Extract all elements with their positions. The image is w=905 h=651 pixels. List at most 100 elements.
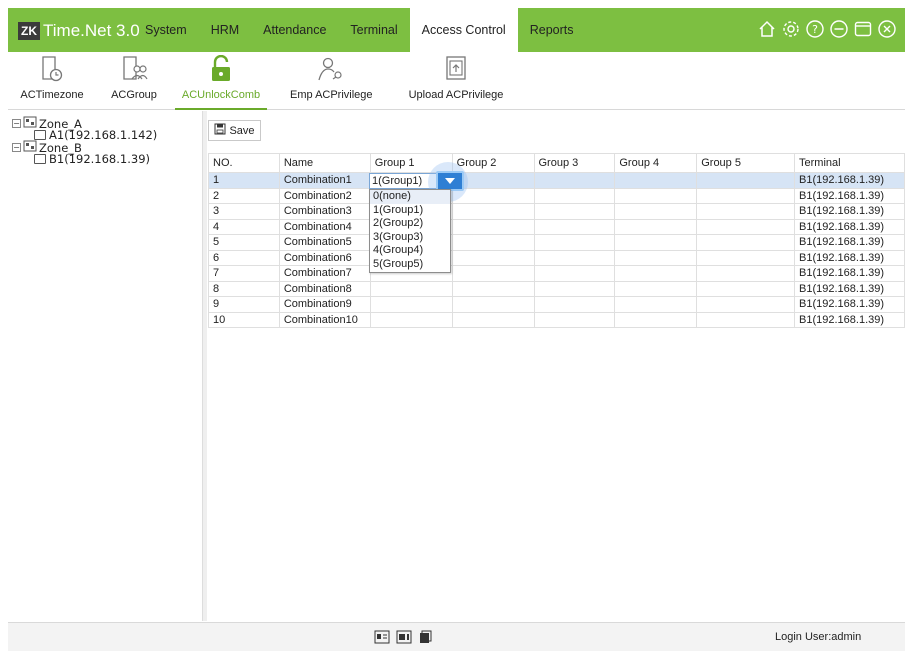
dropdown-option[interactable]: 5(Group5) xyxy=(370,258,450,272)
table-cell[interactable] xyxy=(533,234,616,251)
toolbar-acgroup[interactable]: ACGroup xyxy=(104,52,164,110)
table-row[interactable]: 4 Combination4 B1(192.168.1.39) xyxy=(208,218,905,235)
tree-node-device-b1[interactable]: B1(192.168.1.39) xyxy=(34,152,150,166)
table-cell[interactable] xyxy=(451,280,535,297)
table-cell: 9 xyxy=(208,296,280,313)
collapse-icon[interactable]: − xyxy=(12,119,21,128)
table-cell[interactable] xyxy=(696,249,796,266)
table-cell[interactable] xyxy=(533,311,616,328)
table-row[interactable]: 7 Combination7 B1(192.168.1.39) xyxy=(208,265,905,282)
table-cell: Combination8 xyxy=(278,280,371,297)
column-header[interactable]: Name xyxy=(278,153,371,173)
table-cell[interactable] xyxy=(451,265,535,282)
table-cell[interactable] xyxy=(533,265,616,282)
panel-splitter[interactable] xyxy=(202,111,207,621)
table-cell[interactable] xyxy=(614,265,698,282)
table-cell: 10 xyxy=(208,311,280,328)
table-cell: Combination5 xyxy=(278,234,371,251)
table-cell[interactable] xyxy=(696,218,796,235)
column-header[interactable]: Terminal xyxy=(794,153,905,173)
toolbar-actimezone[interactable]: ACTimezone xyxy=(20,52,84,110)
menu-hrm[interactable]: HRM xyxy=(199,8,251,52)
table-cell[interactable] xyxy=(533,172,616,189)
toolbar-upload-acprivilege[interactable]: Upload ACPrivilege xyxy=(404,52,508,110)
dropdown-arrow-button[interactable] xyxy=(436,171,464,191)
help-icon[interactable]: ? xyxy=(805,19,825,39)
toolbar: ACTimezone ACGroup ACUnlockComb Emp ACPr… xyxy=(8,52,905,110)
table-row[interactable]: 9 Combination9 B1(192.168.1.39) xyxy=(208,296,905,313)
menu-access-control[interactable]: Access Control xyxy=(409,8,518,52)
table-cell[interactable] xyxy=(451,311,535,328)
login-user-label: Login User:admin xyxy=(775,631,862,643)
device-list-icon[interactable] xyxy=(396,630,412,647)
table-cell[interactable] xyxy=(614,187,698,204)
collapse-icon[interactable]: − xyxy=(12,143,21,152)
toolbar-acunlockcomb[interactable]: ACUnlockComb xyxy=(175,52,267,110)
dropdown-option[interactable]: 3(Group3) xyxy=(370,231,450,245)
table-cell[interactable] xyxy=(696,265,796,282)
column-header[interactable]: NO. xyxy=(208,153,280,173)
table-cell: B1(192.168.1.39) xyxy=(794,311,905,328)
table-cell: B1(192.168.1.39) xyxy=(794,265,905,282)
table-cell[interactable] xyxy=(614,234,698,251)
table-cell[interactable] xyxy=(533,218,616,235)
menu-system[interactable]: System xyxy=(133,8,199,52)
table-cell[interactable] xyxy=(696,203,796,220)
document-icon[interactable] xyxy=(418,630,432,647)
menu-reports[interactable]: Reports xyxy=(518,8,586,52)
save-button[interactable]: Save xyxy=(208,120,261,141)
table-cell[interactable] xyxy=(696,234,796,251)
minimize-icon[interactable] xyxy=(829,19,849,39)
table-cell[interactable] xyxy=(614,311,698,328)
table-cell[interactable] xyxy=(614,296,698,313)
dropdown-option[interactable]: 2(Group2) xyxy=(370,217,450,231)
table-cell[interactable] xyxy=(614,218,698,235)
table-cell[interactable] xyxy=(451,296,535,313)
column-header[interactable]: Group 4 xyxy=(614,153,698,173)
table-row[interactable]: 1 Combination1 B1(192.168.1.39) xyxy=(208,172,905,189)
table-cell[interactable] xyxy=(533,187,616,204)
table-cell[interactable] xyxy=(696,311,796,328)
table-cell[interactable] xyxy=(369,311,453,328)
home-icon[interactable] xyxy=(757,19,777,39)
table-row[interactable]: 10 Combination10 B1(192.168.1.39) xyxy=(208,311,905,328)
table-cell[interactable] xyxy=(451,218,535,235)
column-header[interactable]: Group 5 xyxy=(696,153,796,173)
dropdown-option[interactable]: 0(none) xyxy=(370,190,450,204)
table-cell[interactable] xyxy=(614,172,698,189)
table-cell: 8 xyxy=(208,280,280,297)
table-cell[interactable] xyxy=(696,296,796,313)
table-row[interactable]: 5 Combination5 B1(192.168.1.39) xyxy=(208,234,905,251)
table-cell[interactable] xyxy=(696,172,796,189)
table-row[interactable]: 2 Combination2 B1(192.168.1.39) xyxy=(208,187,905,204)
table-cell[interactable] xyxy=(696,280,796,297)
card-icon[interactable] xyxy=(374,630,390,647)
table-cell[interactable] xyxy=(614,249,698,266)
column-header[interactable]: Group 3 xyxy=(533,153,616,173)
table-cell[interactable] xyxy=(369,280,453,297)
close-icon[interactable] xyxy=(877,19,897,39)
table-cell[interactable] xyxy=(696,187,796,204)
settings-icon[interactable] xyxy=(781,19,801,39)
table-cell[interactable] xyxy=(451,249,535,266)
table-cell[interactable] xyxy=(451,203,535,220)
dropdown-option[interactable]: 4(Group4) xyxy=(370,244,450,258)
table-cell[interactable] xyxy=(614,203,698,220)
menu-terminal[interactable]: Terminal xyxy=(338,8,409,52)
table-cell[interactable] xyxy=(451,234,535,251)
table-cell: B1(192.168.1.39) xyxy=(794,203,905,220)
dropdown-option[interactable]: 1(Group1) xyxy=(370,204,450,218)
table-cell[interactable] xyxy=(533,203,616,220)
table-header-row: NO. Name Group 1 Group 2 Group 3 Group 4 Group… xyxy=(208,153,905,173)
table-row[interactable]: 3 Combination3 B1(192.168.1.39) xyxy=(208,203,905,220)
toolbar-emp-acprivilege[interactable]: Emp ACPrivilege xyxy=(290,52,373,110)
table-cell[interactable] xyxy=(614,280,698,297)
maximize-icon[interactable] xyxy=(853,19,873,39)
table-row[interactable]: 8 Combination8 B1(192.168.1.39) xyxy=(208,280,905,297)
table-cell[interactable] xyxy=(533,280,616,297)
table-cell[interactable] xyxy=(369,296,453,313)
menu-attendance[interactable]: Attendance xyxy=(251,8,338,52)
table-cell[interactable] xyxy=(533,249,616,266)
table-row[interactable]: 6 Combination6 B1(192.168.1.39) xyxy=(208,249,905,266)
table-cell[interactable] xyxy=(533,296,616,313)
